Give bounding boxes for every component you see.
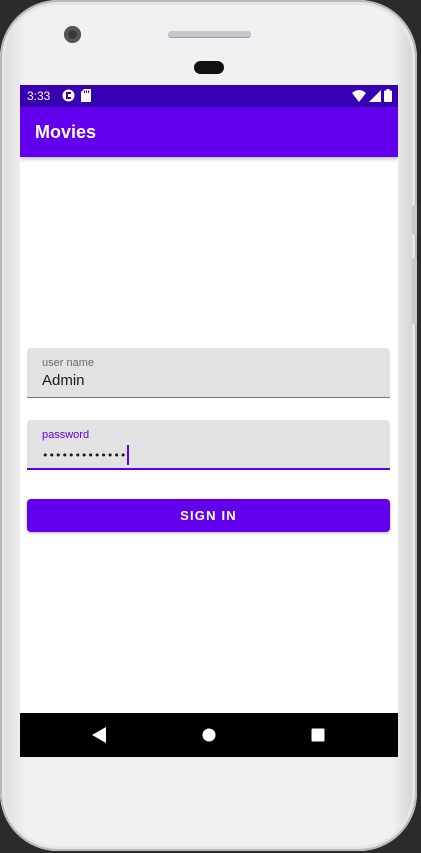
home-icon: [202, 728, 216, 742]
status-time: 3:33: [27, 89, 51, 103]
front-camera-icon: [64, 26, 81, 43]
wifi-icon: [352, 89, 366, 102]
cell-signal-icon: [369, 89, 381, 102]
notification-app-icon: [62, 89, 75, 102]
nav-home-button[interactable]: [199, 725, 219, 745]
password-label: password: [42, 429, 90, 441]
navigation-bar: [20, 713, 398, 757]
proximity-sensor: [194, 61, 224, 74]
recents-icon: [311, 728, 325, 742]
sd-card-icon: [81, 89, 91, 102]
battery-icon: [384, 89, 392, 102]
text-cursor: [127, 445, 130, 465]
phone-frame: 3:33 Movies user name Admin password •••…: [0, 0, 417, 851]
password-input[interactable]: •••••••••••••: [42, 449, 126, 462]
sign-in-button[interactable]: SIGN IN: [27, 499, 390, 532]
app-title: Movies: [35, 122, 97, 142]
username-input[interactable]: Admin: [42, 372, 85, 389]
earpiece-speaker: [168, 31, 251, 38]
app-screen: 3:33 Movies user name Admin password •••…: [20, 85, 398, 757]
username-label: user name: [42, 357, 94, 369]
power-button: [412, 205, 417, 235]
app-bar: Movies: [20, 107, 398, 157]
username-field[interactable]: user name Admin: [27, 348, 390, 398]
status-bar: 3:33: [20, 85, 398, 107]
volume-button: [412, 258, 417, 324]
nav-recents-button[interactable]: [308, 725, 328, 745]
password-field[interactable]: password •••••••••••••: [27, 420, 390, 470]
back-icon: [92, 727, 106, 743]
nav-back-button[interactable]: [89, 725, 109, 745]
